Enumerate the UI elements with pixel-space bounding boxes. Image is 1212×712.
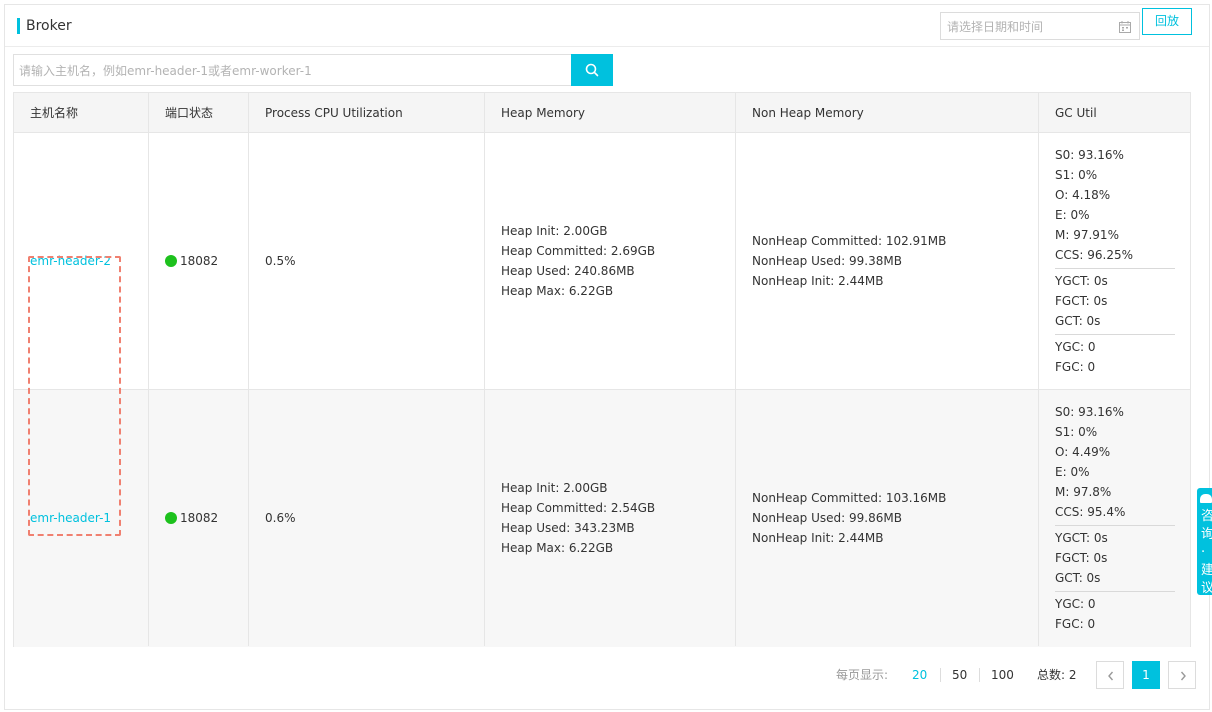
page-1-button[interactable]: 1 bbox=[1132, 661, 1160, 689]
table-header: 主机名称 端口状态 Process CPU Utilization Heap M… bbox=[14, 93, 1190, 133]
host-search-input[interactable]: 请输入主机名，例如emr-header-1或者emr-worker-1 bbox=[13, 54, 571, 86]
page-title: Broker bbox=[26, 18, 72, 34]
total-count: 总数: 2 bbox=[1037, 668, 1077, 682]
per-page-label: 每页显示: bbox=[836, 668, 889, 682]
calendar-icon bbox=[1119, 21, 1131, 33]
port-status: 18082 bbox=[165, 251, 218, 271]
search-icon bbox=[585, 63, 599, 77]
gc-divider bbox=[1055, 268, 1175, 269]
gc-divider bbox=[1055, 591, 1175, 592]
column-header-cpu: Process CPU Utilization bbox=[265, 106, 403, 120]
column-divider bbox=[248, 93, 249, 646]
page-size-100[interactable]: 100 bbox=[991, 668, 1014, 682]
column-header-gc: GC Util bbox=[1055, 106, 1097, 120]
status-ok-dot bbox=[165, 255, 177, 267]
column-header-heap: Heap Memory bbox=[501, 106, 585, 120]
cpu-utilization: 0.6% bbox=[265, 511, 296, 525]
column-divider bbox=[148, 93, 149, 646]
prev-page-button[interactable] bbox=[1096, 661, 1124, 689]
port-number: 18082 bbox=[180, 254, 219, 268]
chevron-right-icon bbox=[1180, 671, 1186, 681]
feedback-label: 咨询·建议 bbox=[1201, 509, 1212, 596]
column-divider bbox=[1038, 93, 1039, 646]
gc-util: S0: 93.16% S1: 0% O: 4.49% E: 0% M: 97.8… bbox=[1055, 402, 1175, 634]
broker-table: 主机名称 端口状态 Process CPU Utilization Heap M… bbox=[13, 92, 1191, 647]
gc-divider bbox=[1055, 525, 1175, 526]
table-row: emr-header-2 18082 0.5% Heap Init: 2.00G… bbox=[14, 133, 1190, 390]
table-row: emr-header-1 18082 0.6% Heap Init: 2.00G… bbox=[14, 390, 1190, 647]
gc-util: S0: 93.16% S1: 0% O: 4.18% E: 0% M: 97.9… bbox=[1055, 145, 1175, 377]
nonheap-memory: NonHeap Committed: 103.16MB NonHeap Used… bbox=[752, 491, 947, 545]
heap-memory: Heap Init: 2.00GB Heap Committed: 2.54GB… bbox=[501, 481, 656, 555]
page-size-divider bbox=[940, 668, 941, 682]
chevron-left-icon bbox=[1108, 671, 1114, 681]
next-page-button[interactable] bbox=[1168, 661, 1196, 689]
port-number: 18082 bbox=[180, 511, 219, 525]
column-divider bbox=[484, 93, 485, 646]
heap-memory: Heap Init: 2.00GB Heap Committed: 2.69GB… bbox=[501, 224, 656, 298]
host-link[interactable]: emr-header-1 bbox=[30, 508, 111, 528]
cpu-utilization: 0.5% bbox=[265, 254, 296, 268]
host-link[interactable]: emr-header-2 bbox=[30, 251, 111, 271]
search-placeholder: 请输入主机名，例如emr-header-1或者emr-worker-1 bbox=[19, 64, 312, 78]
column-header-host: 主机名称 bbox=[30, 106, 79, 120]
chat-icon bbox=[1200, 494, 1212, 503]
replay-button[interactable]: 回放 bbox=[1142, 8, 1192, 35]
date-picker-placeholder: 请选择日期和时间 bbox=[947, 20, 1044, 34]
search-button[interactable] bbox=[571, 54, 613, 86]
page-size-50[interactable]: 50 bbox=[952, 668, 967, 682]
panel-header: Broker 请选择日期和时间 bbox=[5, 5, 1209, 47]
page-size-divider bbox=[979, 668, 980, 682]
title-accent-bar bbox=[17, 18, 20, 34]
date-time-picker[interactable]: 请选择日期和时间 bbox=[940, 12, 1140, 40]
nonheap-memory: NonHeap Committed: 102.91MB NonHeap Used… bbox=[752, 234, 947, 288]
column-header-port: 端口状态 bbox=[165, 106, 214, 120]
port-status: 18082 bbox=[165, 508, 218, 528]
status-ok-dot bbox=[165, 512, 177, 524]
column-divider bbox=[735, 93, 736, 646]
gc-divider bbox=[1055, 334, 1175, 335]
page-size-20[interactable]: 20 bbox=[912, 668, 927, 682]
column-header-nonheap: Non Heap Memory bbox=[752, 106, 864, 120]
feedback-tab[interactable]: 咨询·建议 bbox=[1197, 488, 1212, 596]
